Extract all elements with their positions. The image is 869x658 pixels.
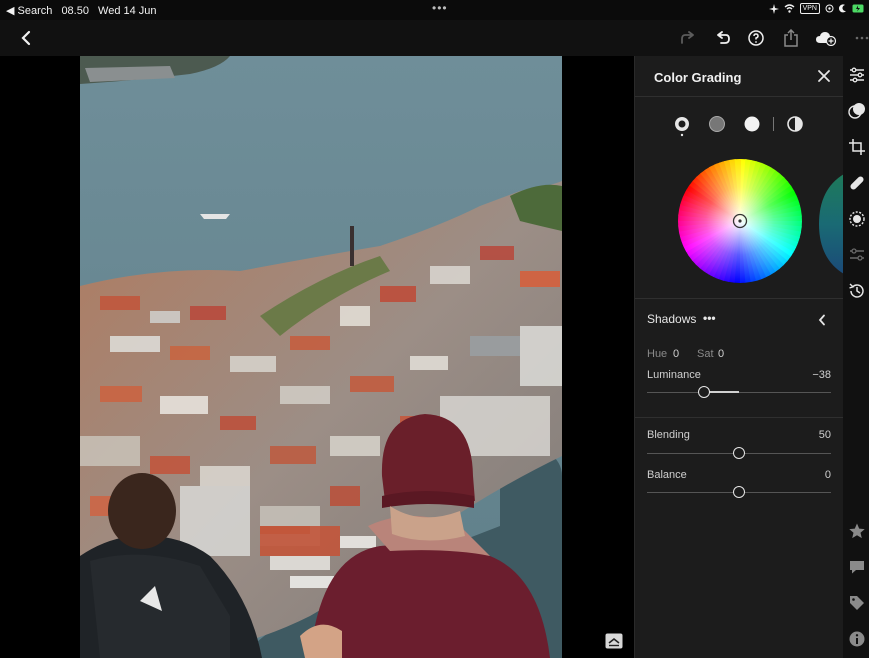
top-toolbar — [0, 20, 869, 56]
comments-button[interactable] — [848, 558, 866, 576]
next-color-wheel-peek[interactable] — [819, 174, 844, 274]
vpn-badge: VPN — [799, 3, 820, 14]
selective-icon — [849, 211, 865, 227]
masking-tool-button[interactable] — [848, 102, 866, 120]
hue-value[interactable]: 0 — [673, 348, 679, 360]
wifi-icon — [784, 4, 795, 13]
edit-sliders-icon — [850, 67, 864, 83]
hue-label: Hue — [647, 348, 668, 360]
section-more-button[interactable]: ••• — [703, 311, 716, 325]
photo[interactable] — [80, 56, 562, 658]
comment-icon — [850, 561, 864, 574]
balance-slider-thumb[interactable] — [733, 486, 745, 498]
info-icon — [849, 631, 865, 647]
multitasking-dots[interactable]: ••• — [432, 1, 448, 15]
sat-label: Sat — [697, 348, 714, 360]
luminance-slider-track[interactable] — [647, 392, 831, 393]
luminance-label: Luminance — [647, 369, 701, 381]
healing-icon — [850, 176, 864, 190]
chevron-left-icon — [818, 314, 825, 326]
mode-divider — [773, 117, 774, 131]
keywords-button[interactable] — [848, 594, 866, 612]
undo-icon — [717, 31, 730, 44]
close-panel-button[interactable] — [816, 68, 832, 84]
back-to-app-link[interactable]: ◀ Search — [6, 5, 52, 17]
blending-value[interactable]: 50 — [771, 429, 831, 441]
help-button[interactable] — [744, 26, 768, 50]
collapse-section-button[interactable] — [817, 313, 831, 327]
masking-icon — [848, 103, 865, 119]
back-button[interactable] — [14, 26, 38, 50]
midtones-mode-icon — [709, 116, 725, 132]
balance-value[interactable]: 0 — [771, 469, 831, 481]
close-icon — [818, 70, 830, 82]
panel-divider — [635, 298, 844, 299]
history-icon — [849, 283, 864, 298]
blending-label: Blending — [647, 429, 690, 441]
presets-icon — [850, 248, 864, 261]
photo-canvas[interactable] — [0, 56, 634, 658]
crop-tool-button[interactable] — [848, 138, 866, 156]
info-button[interactable] — [848, 630, 866, 648]
status-time: 08.50 — [61, 5, 89, 17]
panel-divider — [635, 96, 844, 97]
sat-value[interactable]: 0 — [718, 348, 724, 360]
global-mode-button[interactable] — [786, 115, 804, 133]
color-grading-panel: Color Grading Shadows ••• Hue 0 Sat 0 Lu… — [634, 56, 844, 658]
global-mode-icon — [787, 116, 803, 132]
share-button[interactable] — [779, 26, 803, 50]
edit-tool-button[interactable] — [848, 66, 866, 84]
battery-charging-icon — [852, 4, 864, 13]
panel-title: Color Grading — [654, 70, 742, 85]
blending-slider-thumb[interactable] — [733, 447, 745, 459]
crop-icon — [849, 139, 865, 155]
location-icon — [825, 4, 834, 13]
redo-icon — [681, 31, 694, 44]
cloud-sync-icon — [816, 32, 837, 46]
panel-divider — [635, 417, 844, 418]
presets-tool-button[interactable] — [848, 246, 866, 264]
moon-icon — [839, 4, 846, 13]
fit-screen-icon — [605, 633, 623, 649]
fit-to-screen-button[interactable] — [605, 633, 623, 649]
highlights-mode-button[interactable] — [743, 115, 761, 133]
history-tool-button[interactable] — [848, 282, 866, 300]
more-icon — [855, 36, 869, 40]
photo-image — [80, 56, 562, 658]
airplane-icon — [768, 3, 779, 14]
star-icon — [849, 523, 865, 539]
status-date: Wed 14 Jun — [98, 5, 157, 17]
highlights-mode-icon — [744, 116, 760, 132]
healing-tool-button[interactable] — [848, 174, 866, 192]
status-bar: ◀ Search 08.50 Wed 14 Jun ••• VPN — [0, 0, 869, 20]
midtones-mode-button[interactable] — [708, 115, 726, 133]
luminance-value[interactable]: −38 — [771, 369, 831, 381]
selective-tool-button[interactable] — [848, 210, 866, 228]
luminance-slider-thumb[interactable] — [698, 386, 711, 398]
redo-button[interactable] — [676, 26, 700, 50]
section-title: Shadows — [647, 312, 697, 326]
undo-button[interactable] — [711, 26, 735, 50]
back-chevron-icon — [21, 30, 31, 46]
tag-icon — [850, 596, 864, 610]
shadows-mode-button[interactable] — [673, 115, 691, 137]
balance-label: Balance — [647, 469, 687, 481]
shadows-mode-icon — [675, 117, 689, 137]
rating-button[interactable] — [848, 522, 866, 540]
share-icon — [784, 29, 798, 47]
color-wheel[interactable] — [675, 156, 805, 286]
help-icon — [748, 30, 764, 46]
more-button[interactable] — [850, 26, 869, 50]
cloud-sync-button[interactable] — [814, 26, 838, 50]
tool-strip — [843, 56, 869, 658]
